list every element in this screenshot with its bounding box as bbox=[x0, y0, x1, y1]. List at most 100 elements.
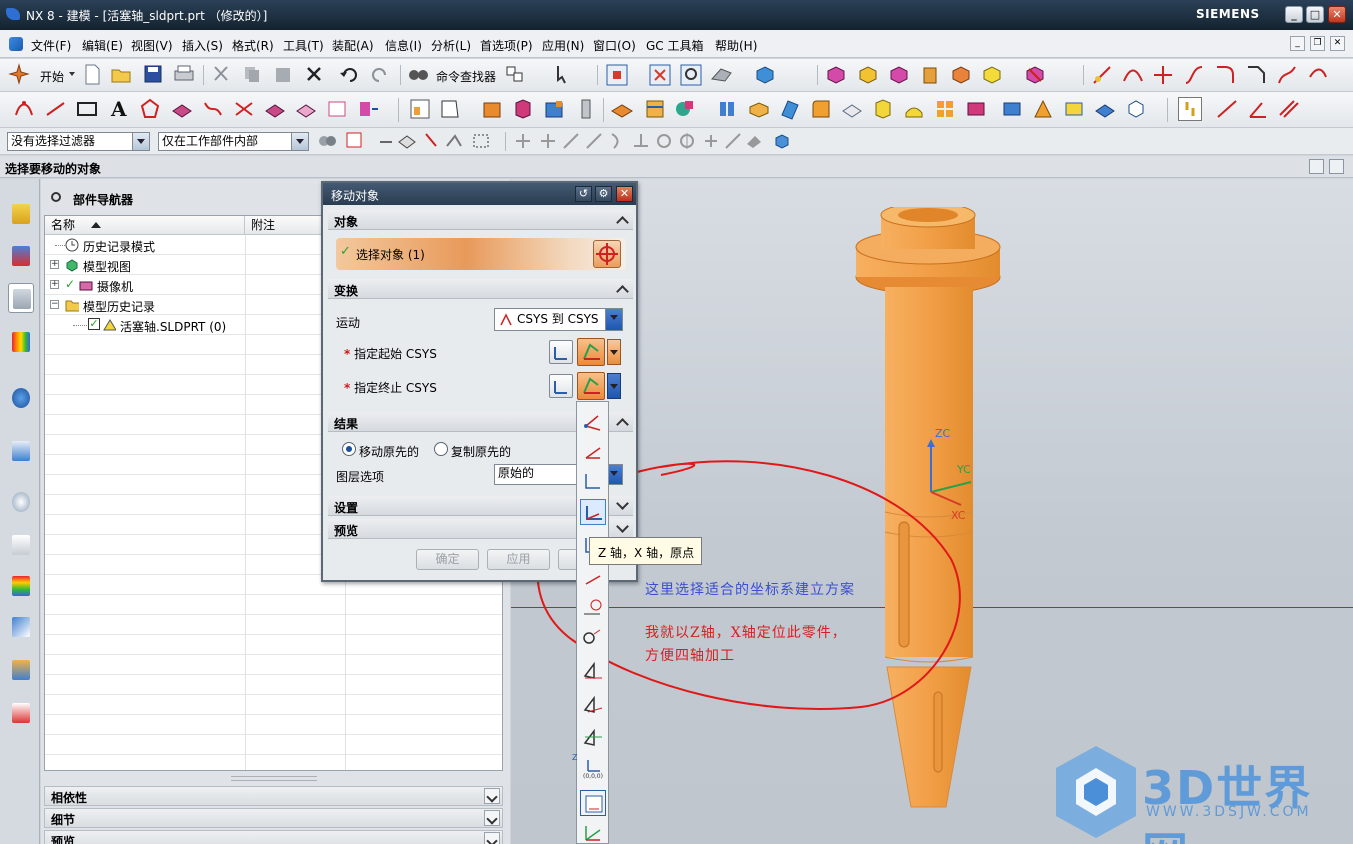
to-csys-inferred-button[interactable] bbox=[577, 372, 605, 400]
snap-quadrant-icon[interactable] bbox=[676, 130, 700, 154]
command-finder-icon[interactable] bbox=[406, 63, 430, 87]
orient-view-icon[interactable] bbox=[753, 63, 777, 87]
csys-dialog-button-2[interactable] bbox=[549, 374, 573, 398]
cancel-button[interactable] bbox=[558, 549, 578, 570]
text-icon[interactable]: A bbox=[107, 97, 131, 121]
polygon-icon[interactable] bbox=[138, 97, 162, 121]
cylinder-icon[interactable] bbox=[918, 63, 942, 87]
minimize-button[interactable]: _ bbox=[1285, 6, 1303, 23]
chevron-up-icon[interactable] bbox=[615, 212, 630, 227]
csys-option-z-x-origin[interactable] bbox=[580, 499, 606, 525]
copy-icon[interactable] bbox=[241, 63, 265, 87]
edit-object-display-icon[interactable] bbox=[949, 63, 973, 87]
chevron-down-icon[interactable] bbox=[484, 810, 500, 826]
slot-icon[interactable] bbox=[673, 97, 697, 121]
datum-plane-icon[interactable] bbox=[408, 97, 432, 121]
translucency-icon[interactable] bbox=[980, 63, 1004, 87]
snap-control-icon[interactable] bbox=[583, 130, 607, 154]
menu-file[interactable]: 文件(F) bbox=[31, 37, 71, 54]
boss-icon[interactable] bbox=[574, 97, 598, 121]
snap-center-icon[interactable] bbox=[653, 130, 677, 154]
reset-icon[interactable]: ↺ bbox=[575, 186, 592, 202]
cut-icon[interactable] bbox=[210, 63, 234, 87]
csys-option-three-planes[interactable] bbox=[580, 725, 606, 751]
document-menu-icon[interactable] bbox=[9, 37, 23, 51]
join-curve-icon[interactable] bbox=[1182, 63, 1206, 87]
maximize-button[interactable]: □ bbox=[1306, 6, 1324, 23]
layer-settings-icon[interactable] bbox=[824, 63, 848, 87]
snap-point-icon[interactable] bbox=[700, 130, 724, 154]
doc-minimize-button[interactable]: _ bbox=[1290, 36, 1305, 51]
history-palette-tab[interactable] bbox=[8, 487, 34, 517]
command-finder-label[interactable]: 命令查找器 bbox=[436, 68, 496, 85]
snap-curve-icon[interactable] bbox=[606, 130, 630, 154]
csys-option-offset[interactable] bbox=[580, 658, 606, 684]
fillet-curve-icon[interactable] bbox=[1213, 63, 1237, 87]
menu-edit[interactable]: 编辑(E) bbox=[82, 37, 123, 54]
panel-close-icon[interactable] bbox=[1329, 159, 1344, 174]
part-navigator-tab[interactable] bbox=[8, 283, 34, 313]
details-panel[interactable]: 细节 bbox=[44, 808, 503, 828]
csys-option-plane-vector[interactable] bbox=[580, 564, 606, 590]
start-label[interactable]: 开始 bbox=[40, 68, 64, 85]
intersect-icon[interactable] bbox=[1062, 97, 1086, 121]
dialog-title-bar[interactable]: 移动对象 ↺ ⚙ ✕ bbox=[323, 183, 636, 205]
pocket-icon[interactable] bbox=[610, 97, 634, 121]
group-transform-header[interactable]: 变换 bbox=[328, 279, 633, 299]
system-scenes-tab[interactable] bbox=[8, 698, 34, 728]
csys-option-dynamic[interactable] bbox=[580, 820, 606, 844]
to-csys-dropdown[interactable] bbox=[607, 373, 621, 399]
select-body-icon[interactable] bbox=[396, 130, 420, 154]
section-curve-icon[interactable] bbox=[263, 97, 287, 121]
roles-tab[interactable] bbox=[8, 571, 34, 601]
extract-curve-icon[interactable] bbox=[294, 97, 318, 121]
rectangle-icon[interactable] bbox=[75, 97, 99, 121]
snap-midpoint-icon[interactable] bbox=[537, 130, 561, 154]
group-object-header[interactable]: 对象 bbox=[328, 210, 633, 230]
angle-dimension-icon[interactable] bbox=[1246, 97, 1270, 121]
ok-button[interactable]: 确定 bbox=[416, 549, 479, 570]
point-set-icon[interactable] bbox=[12, 97, 36, 121]
reuse-library-tab[interactable] bbox=[8, 327, 34, 357]
panel-restore-icon[interactable] bbox=[1309, 159, 1324, 174]
edge-blend-icon[interactable] bbox=[809, 97, 833, 121]
chevron-down-icon[interactable] bbox=[132, 133, 149, 150]
expand-plus-icon[interactable]: + bbox=[50, 260, 59, 269]
csys-option-x-y-origin[interactable] bbox=[580, 468, 606, 494]
measure-distance-icon[interactable] bbox=[1090, 63, 1114, 87]
move-original-radio[interactable] bbox=[342, 442, 356, 456]
mirror-icon[interactable] bbox=[964, 97, 988, 121]
hd3d-tools-tab[interactable] bbox=[8, 383, 34, 413]
line-icon[interactable] bbox=[44, 97, 68, 121]
expand-plus-icon[interactable]: + bbox=[50, 280, 59, 289]
project-curve-icon[interactable] bbox=[1306, 63, 1330, 87]
close-button[interactable]: ✕ bbox=[1328, 6, 1346, 23]
column-header-name[interactable]: 名称 bbox=[45, 216, 245, 235]
subtract-icon[interactable] bbox=[1031, 97, 1055, 121]
select-object-button[interactable] bbox=[593, 240, 621, 268]
snap-face-icon[interactable] bbox=[743, 130, 767, 154]
rendering-style-icon[interactable] bbox=[709, 63, 733, 87]
select-edge-icon[interactable] bbox=[443, 130, 467, 154]
undo-icon[interactable] bbox=[338, 63, 362, 87]
dependencies-panel[interactable]: 相依性 bbox=[44, 786, 503, 806]
csys-dialog-button[interactable] bbox=[549, 340, 573, 364]
snap-icon[interactable] bbox=[553, 63, 577, 87]
zoom-icon[interactable] bbox=[648, 63, 672, 87]
chevron-down-icon[interactable] bbox=[484, 832, 500, 844]
visibility-checkbox[interactable]: ✓ bbox=[88, 318, 100, 330]
panel-splitter[interactable] bbox=[231, 776, 317, 781]
intersection-curve-icon[interactable] bbox=[232, 97, 256, 121]
start-dropdown-arrow[interactable] bbox=[69, 72, 75, 76]
groove-icon[interactable] bbox=[716, 97, 740, 121]
system-materials-tab[interactable] bbox=[8, 655, 34, 685]
redo-icon[interactable] bbox=[369, 63, 393, 87]
csys-option-origin-x-y[interactable] bbox=[580, 438, 606, 464]
menu-analysis[interactable]: 分析(L) bbox=[431, 37, 471, 54]
offset-icon[interactable] bbox=[356, 97, 380, 121]
from-csys-inferred-button[interactable] bbox=[577, 338, 605, 366]
gear-icon[interactable]: ⚙ bbox=[595, 186, 612, 202]
menu-view[interactable]: 视图(V) bbox=[131, 37, 173, 54]
menu-window[interactable]: 窗口(O) bbox=[593, 37, 636, 54]
csys-option-plane-x-axis[interactable] bbox=[580, 692, 606, 718]
